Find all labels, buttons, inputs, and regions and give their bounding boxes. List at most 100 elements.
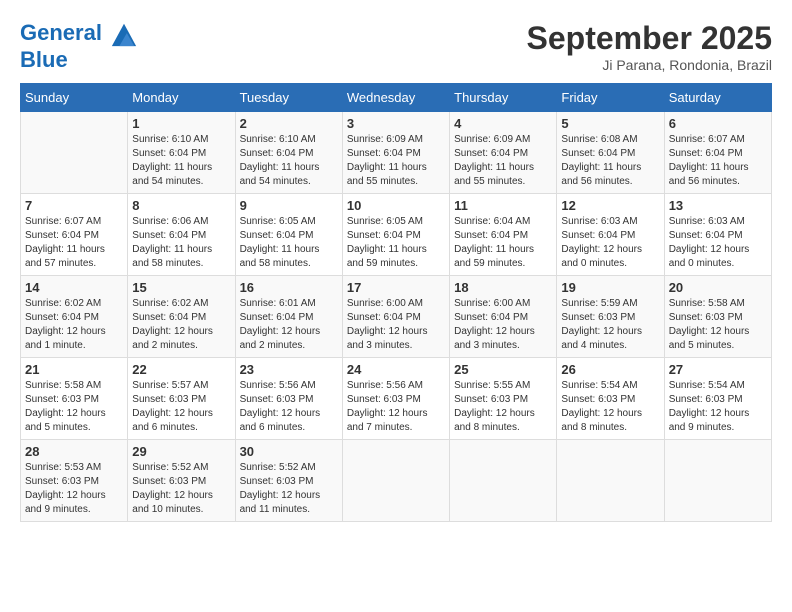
day-number: 9	[240, 198, 338, 213]
calendar-cell: 25 Sunrise: 5:55 AM Sunset: 6:03 PM Dayli…	[450, 358, 557, 440]
calendar-cell: 14 Sunrise: 6:02 AM Sunset: 6:04 PM Dayli…	[21, 276, 128, 358]
calendar-cell: 29 Sunrise: 5:52 AM Sunset: 6:03 PM Dayli…	[128, 440, 235, 522]
calendar-cell: 11 Sunrise: 6:04 AM Sunset: 6:04 PM Dayli…	[450, 194, 557, 276]
calendar-cell	[21, 112, 128, 194]
calendar-week-5: 28 Sunrise: 5:53 AM Sunset: 6:03 PM Dayli…	[21, 440, 772, 522]
day-number: 18	[454, 280, 552, 295]
calendar-cell	[342, 440, 449, 522]
calendar-cell	[557, 440, 664, 522]
logo-general: General	[20, 20, 102, 45]
day-info: Sunrise: 5:59 AM Sunset: 6:03 PM Dayligh…	[561, 297, 659, 353]
day-number: 22	[132, 362, 230, 377]
page-header: General Blue September 2025 Ji Parana, R…	[20, 20, 772, 73]
day-number: 11	[454, 198, 552, 213]
logo-text: General	[20, 20, 138, 48]
day-number: 7	[25, 198, 123, 213]
calendar-cell: 13Sunrise: 6:03 AM Sunset: 6:04 PM Dayli…	[664, 194, 771, 276]
day-number: 19	[561, 280, 659, 295]
day-info: Sunrise: 6:04 AM Sunset: 6:04 PM Dayligh…	[454, 215, 552, 271]
header-monday: Monday	[128, 84, 235, 112]
day-number: 26	[561, 362, 659, 377]
header-friday: Friday	[557, 84, 664, 112]
calendar-cell: 24 Sunrise: 5:56 AM Sunset: 6:03 PM Dayli…	[342, 358, 449, 440]
calendar-cell: 5 Sunrise: 6:08 AM Sunset: 6:04 PM Daylig…	[557, 112, 664, 194]
calendar-cell: 17Sunrise: 6:00 AM Sunset: 6:04 PM Dayli…	[342, 276, 449, 358]
day-info: Sunrise: 5:58 AM Sunset: 6:03 PM Dayligh…	[25, 379, 123, 435]
logo: General Blue	[20, 20, 138, 72]
day-number: 23	[240, 362, 338, 377]
location: Ji Parana, Rondonia, Brazil	[527, 57, 772, 73]
day-info: Sunrise: 5:56 AM Sunset: 6:03 PM Dayligh…	[347, 379, 445, 435]
calendar-cell: 15 Sunrise: 6:02 AM Sunset: 6:04 PM Dayli…	[128, 276, 235, 358]
day-info: Sunrise: 5:52 AM Sunset: 6:03 PM Dayligh…	[132, 461, 230, 517]
day-info: Sunrise: 6:01 AM Sunset: 6:04 PM Dayligh…	[240, 297, 338, 353]
calendar-cell: 27 Sunrise: 5:54 AM Sunset: 6:03 PM Dayli…	[664, 358, 771, 440]
day-info: Sunrise: 5:54 AM Sunset: 6:03 PM Dayligh…	[669, 379, 767, 435]
day-info: Sunrise: 6:07 AM Sunset: 6:04 PM Dayligh…	[669, 133, 767, 189]
day-number: 4	[454, 116, 552, 131]
day-number: 27	[669, 362, 767, 377]
day-info: Sunrise: 6:00 AM Sunset: 6:04 PM Dayligh…	[347, 297, 445, 353]
calendar-cell: 8 Sunrise: 6:06 AM Sunset: 6:04 PM Daylig…	[128, 194, 235, 276]
day-info: Sunrise: 6:10 AM Sunset: 6:04 PM Dayligh…	[240, 133, 338, 189]
calendar-table: SundayMondayTuesdayWednesdayThursdayFrid…	[20, 83, 772, 522]
day-info: Sunrise: 6:00 AM Sunset: 6:04 PM Dayligh…	[454, 297, 552, 353]
day-number: 10	[347, 198, 445, 213]
calendar-cell: 7 Sunrise: 6:07 AM Sunset: 6:04 PM Daylig…	[21, 194, 128, 276]
day-info: Sunrise: 5:58 AM Sunset: 6:03 PM Dayligh…	[669, 297, 767, 353]
day-info: Sunrise: 5:52 AM Sunset: 6:03 PM Dayligh…	[240, 461, 338, 517]
day-info: Sunrise: 5:56 AM Sunset: 6:03 PM Dayligh…	[240, 379, 338, 435]
calendar-cell	[664, 440, 771, 522]
day-number: 28	[25, 444, 123, 459]
day-number: 13	[669, 198, 767, 213]
calendar-cell: 12 Sunrise: 6:03 AM Sunset: 6:04 PM Dayli…	[557, 194, 664, 276]
day-info: Sunrise: 5:55 AM Sunset: 6:03 PM Dayligh…	[454, 379, 552, 435]
day-number: 12	[561, 198, 659, 213]
day-info: Sunrise: 6:08 AM Sunset: 6:04 PM Dayligh…	[561, 133, 659, 189]
day-number: 16	[240, 280, 338, 295]
day-number: 29	[132, 444, 230, 459]
day-info: Sunrise: 6:09 AM Sunset: 6:04 PM Dayligh…	[347, 133, 445, 189]
day-info: Sunrise: 5:57 AM Sunset: 6:03 PM Dayligh…	[132, 379, 230, 435]
calendar-cell: 30 Sunrise: 5:52 AM Sunset: 6:03 PM Dayli…	[235, 440, 342, 522]
calendar-cell: 22 Sunrise: 5:57 AM Sunset: 6:03 PM Dayli…	[128, 358, 235, 440]
day-number: 20	[669, 280, 767, 295]
day-info: Sunrise: 6:03 AM Sunset: 6:04 PM Dayligh…	[561, 215, 659, 271]
calendar-cell: 16 Sunrise: 6:01 AM Sunset: 6:04 PM Dayli…	[235, 276, 342, 358]
day-number: 2	[240, 116, 338, 131]
calendar-week-1: 1 Sunrise: 6:10 AM Sunset: 6:04 PM Daylig…	[21, 112, 772, 194]
day-number: 21	[25, 362, 123, 377]
calendar-cell: 2 Sunrise: 6:10 AM Sunset: 6:04 PM Daylig…	[235, 112, 342, 194]
day-info: Sunrise: 6:10 AM Sunset: 6:04 PM Dayligh…	[132, 133, 230, 189]
day-number: 5	[561, 116, 659, 131]
day-number: 25	[454, 362, 552, 377]
calendar-cell: 10Sunrise: 6:05 AM Sunset: 6:04 PM Dayli…	[342, 194, 449, 276]
calendar-header-row: SundayMondayTuesdayWednesdayThursdayFrid…	[21, 84, 772, 112]
day-info: Sunrise: 5:53 AM Sunset: 6:03 PM Dayligh…	[25, 461, 123, 517]
month-title: September 2025	[527, 20, 772, 57]
logo-icon	[110, 20, 138, 48]
day-info: Sunrise: 6:07 AM Sunset: 6:04 PM Dayligh…	[25, 215, 123, 271]
calendar-cell: 1 Sunrise: 6:10 AM Sunset: 6:04 PM Daylig…	[128, 112, 235, 194]
calendar-cell: 20 Sunrise: 5:58 AM Sunset: 6:03 PM Dayli…	[664, 276, 771, 358]
day-number: 6	[669, 116, 767, 131]
day-number: 15	[132, 280, 230, 295]
day-number: 24	[347, 362, 445, 377]
day-info: Sunrise: 6:06 AM Sunset: 6:04 PM Dayligh…	[132, 215, 230, 271]
calendar-cell: 18 Sunrise: 6:00 AM Sunset: 6:04 PM Dayli…	[450, 276, 557, 358]
day-info: Sunrise: 6:09 AM Sunset: 6:04 PM Dayligh…	[454, 133, 552, 189]
day-number: 3	[347, 116, 445, 131]
day-info: Sunrise: 6:02 AM Sunset: 6:04 PM Dayligh…	[132, 297, 230, 353]
calendar-cell: 4 Sunrise: 6:09 AM Sunset: 6:04 PM Daylig…	[450, 112, 557, 194]
calendar-cell: 6 Sunrise: 6:07 AM Sunset: 6:04 PM Daylig…	[664, 112, 771, 194]
day-number: 14	[25, 280, 123, 295]
day-number: 30	[240, 444, 338, 459]
day-number: 8	[132, 198, 230, 213]
calendar-cell: 9Sunrise: 6:05 AM Sunset: 6:04 PM Daylig…	[235, 194, 342, 276]
day-info: Sunrise: 6:02 AM Sunset: 6:04 PM Dayligh…	[25, 297, 123, 353]
header-tuesday: Tuesday	[235, 84, 342, 112]
day-number: 1	[132, 116, 230, 131]
header-saturday: Saturday	[664, 84, 771, 112]
calendar-cell: 3 Sunrise: 6:09 AM Sunset: 6:04 PM Daylig…	[342, 112, 449, 194]
calendar-cell: 23 Sunrise: 5:56 AM Sunset: 6:03 PM Dayli…	[235, 358, 342, 440]
